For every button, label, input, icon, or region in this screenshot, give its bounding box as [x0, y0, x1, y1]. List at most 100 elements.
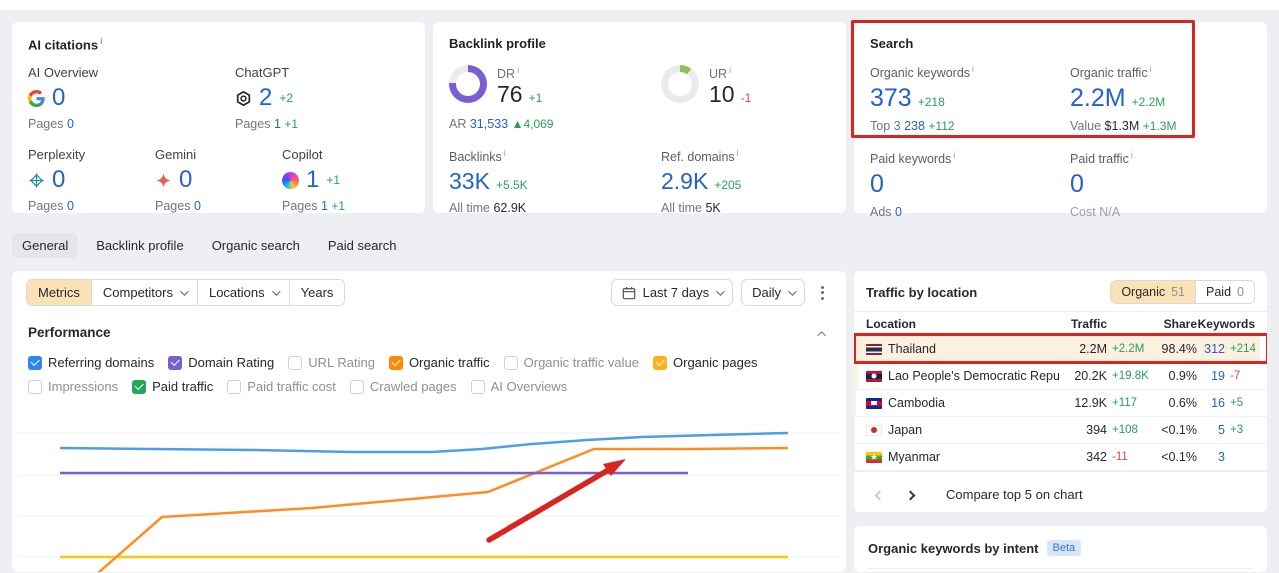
- location-row-thailand[interactable]: Thailand 2.2M +2.2M 98.4% 312 +214: [854, 333, 1267, 364]
- organic-keywords-block: Organic keywords i 373 +218 Top 3 238 +112: [870, 64, 975, 134]
- location-table-body: Thailand 2.2M +2.2M 98.4% 312 +214 Lao People'…: [854, 333, 1267, 471]
- google-icon: [28, 89, 45, 107]
- backlinks-block: Backlinks i 33K +5.5K All time 62.9K: [449, 148, 661, 215]
- tab-backlink-profile[interactable]: Backlink profile: [86, 233, 193, 258]
- chevron-down-icon: [180, 286, 189, 296]
- metric-checkbox-domain-rating[interactable]: Domain Rating: [168, 355, 274, 370]
- info-icon[interactable]: i: [1150, 64, 1152, 74]
- paid-keywords-value[interactable]: 0: [870, 172, 884, 197]
- date-range-button[interactable]: Last 7 days: [610, 279, 734, 306]
- beta-badge: Beta: [1046, 540, 1082, 556]
- organic-traffic-value[interactable]: 2.2M: [1070, 86, 1126, 111]
- toolbar-segment-competitors[interactable]: Competitors: [90, 280, 197, 305]
- next-page-icon[interactable]: [899, 483, 922, 506]
- location-table-footer: Compare top 5 on chart: [854, 471, 1267, 512]
- metric-checkbox-impressions[interactable]: Impressions: [28, 379, 118, 394]
- mm-flag-icon: [866, 451, 882, 463]
- ai-citations-card: AI citations i AI Overview 0 Pages 0 ChatGPT…: [12, 22, 425, 213]
- gemini-value[interactable]: 0: [179, 168, 192, 192]
- chatgpt-value[interactable]: 2: [259, 86, 272, 110]
- share-bar: [854, 363, 858, 389]
- ai-citations-title: AI citations i: [28, 36, 103, 53]
- metric-checkbox-url-rating[interactable]: URL Rating: [288, 355, 375, 370]
- location-row-cambodia[interactable]: Cambodia 12.9K +117 0.6% 16 +5: [854, 390, 1267, 417]
- paid-traffic-value[interactable]: 0: [1070, 172, 1084, 197]
- toolbar-segment-locations[interactable]: Locations: [196, 280, 289, 305]
- copilot-value[interactable]: 1: [306, 168, 319, 192]
- intent-separator: [868, 568, 1253, 569]
- annotation-arrow: [486, 459, 626, 543]
- metric-checkbox-organic-traffic[interactable]: Organic traffic: [388, 355, 490, 370]
- top-strip: [0, 0, 1279, 10]
- toggle-organic[interactable]: Organic 51: [1111, 281, 1196, 303]
- metric-checkbox-ai-overviews[interactable]: AI Overviews: [470, 379, 567, 394]
- toolbar-segment-metrics[interactable]: Metrics: [27, 280, 91, 305]
- paid-traffic-block: Paid traffic i 0 Cost N/A: [1070, 150, 1133, 220]
- dr-gauge: [449, 65, 487, 103]
- metric-checkbox-paid-traffic[interactable]: Paid traffic: [132, 379, 213, 394]
- ur-delta: -1: [740, 91, 752, 106]
- ai-citation-chatgpt: ChatGPT 2 +2 Pages 1 +1: [235, 65, 299, 132]
- organic-traffic-block: Organic traffic i 2.2M +2.2M Value $1.3M +…: [1070, 64, 1177, 134]
- granularity-button[interactable]: Daily: [741, 279, 805, 306]
- info-icon[interactable]: i: [737, 148, 739, 158]
- th-flag-icon: [866, 343, 882, 355]
- info-icon[interactable]: i: [504, 148, 506, 158]
- perplexity-icon: [28, 172, 45, 189]
- tab-general[interactable]: General: [12, 233, 79, 258]
- perplexity-value[interactable]: 0: [52, 168, 65, 192]
- metric-checkbox-organic-pages[interactable]: Organic pages: [653, 355, 758, 370]
- toggle-paid[interactable]: Paid 0: [1195, 281, 1254, 303]
- backlink-profile-title: Backlink profile: [449, 36, 546, 51]
- metric-checkbox-crawled-pages[interactable]: Crawled pages: [349, 379, 457, 394]
- chevron-down-icon: [716, 286, 725, 296]
- collapse-chevron-icon[interactable]: [816, 321, 830, 344]
- share-bar: [854, 390, 857, 416]
- info-icon[interactable]: i: [953, 150, 955, 160]
- more-options-icon[interactable]: [813, 282, 832, 304]
- ur-label: UR i: [709, 65, 732, 82]
- info-icon[interactable]: i: [972, 64, 974, 74]
- ar-line: AR 31,533 ▲4,069: [449, 116, 554, 131]
- top3-value[interactable]: 238: [904, 119, 925, 133]
- search-card: Search Organic keywords i 373 +218 Top 3 2…: [851, 20, 1267, 219]
- chevron-down-icon: [271, 286, 281, 296]
- ref-domains-label: Ref. domains i: [661, 147, 739, 164]
- ai-citations-row2: Perplexity 0 Pages 0 Gemini 0 Pages 0 Copilot 1…: [28, 147, 409, 213]
- location-table-header: Location Traffic Share Keywords: [854, 311, 1267, 336]
- series-organic-traffic: [97, 446, 789, 572]
- tab-bar: General Backlink profile Organic search Pai…: [12, 233, 1267, 258]
- ai-citation-copilot: Copilot 1 +1 Pages 1 +1: [282, 147, 346, 214]
- prev-page-icon[interactable]: [868, 483, 891, 506]
- metric-checkbox-referring-domains[interactable]: Referring domains: [28, 355, 154, 370]
- ai-citation-gemini: Gemini 0 Pages 0: [155, 147, 201, 214]
- kh-flag-icon: [866, 397, 882, 409]
- location-row-myanmar[interactable]: Myanmar 342 -11 <0.1% 3: [854, 444, 1267, 471]
- ai-citation-ai-overview: AI Overview 0 Pages 0: [28, 65, 99, 132]
- info-icon[interactable]: i: [100, 36, 103, 46]
- backlinks-label: Backlinks i: [449, 147, 506, 164]
- ur-value: 10: [709, 81, 735, 108]
- ai-citations-row1: AI Overview 0 Pages 0 ChatGPT 2 +2 Pages 1 +1: [28, 65, 409, 131]
- organic-keywords-value[interactable]: 373: [870, 86, 912, 111]
- info-icon[interactable]: i: [729, 65, 731, 75]
- ref-domains-value[interactable]: 2.9K: [661, 169, 708, 193]
- ai-overview-value[interactable]: 0: [52, 86, 65, 110]
- location-row-lao-people-s-democratic-reput[interactable]: Lao People's Democratic Reput 20.2K +19.8K…: [854, 363, 1267, 390]
- toolbar-segment-years[interactable]: Years: [288, 280, 345, 305]
- location-row-japan[interactable]: Japan 394 +108 <0.1% 5 +3: [854, 417, 1267, 444]
- compare-top5-link[interactable]: Compare top 5 on chart: [946, 487, 1083, 502]
- ai-citation-perplexity: Perplexity 0 Pages 0: [28, 147, 86, 214]
- tab-organic-search[interactable]: Organic search: [202, 233, 310, 258]
- metric-checkbox-paid-traffic-cost[interactable]: Paid traffic cost: [227, 379, 336, 394]
- backlinks-value[interactable]: 33K: [449, 169, 490, 193]
- tab-paid-search[interactable]: Paid search: [318, 233, 407, 258]
- info-icon[interactable]: i: [1131, 150, 1133, 160]
- info-icon[interactable]: i: [517, 65, 519, 75]
- traffic-by-location-panel: Traffic by location Organic 51 Paid 0 Loca…: [854, 271, 1267, 512]
- ref-domains-block: Ref. domains i 2.9K +205 All time 5K: [661, 148, 830, 215]
- metrics-panel: Metrics Competitors Locations Years Last 7 …: [12, 271, 846, 572]
- metric-checkbox-organic-traffic-value[interactable]: Organic traffic value: [503, 355, 639, 370]
- ar-value[interactable]: 31,533: [470, 117, 508, 131]
- performance-title: Performance: [28, 325, 111, 340]
